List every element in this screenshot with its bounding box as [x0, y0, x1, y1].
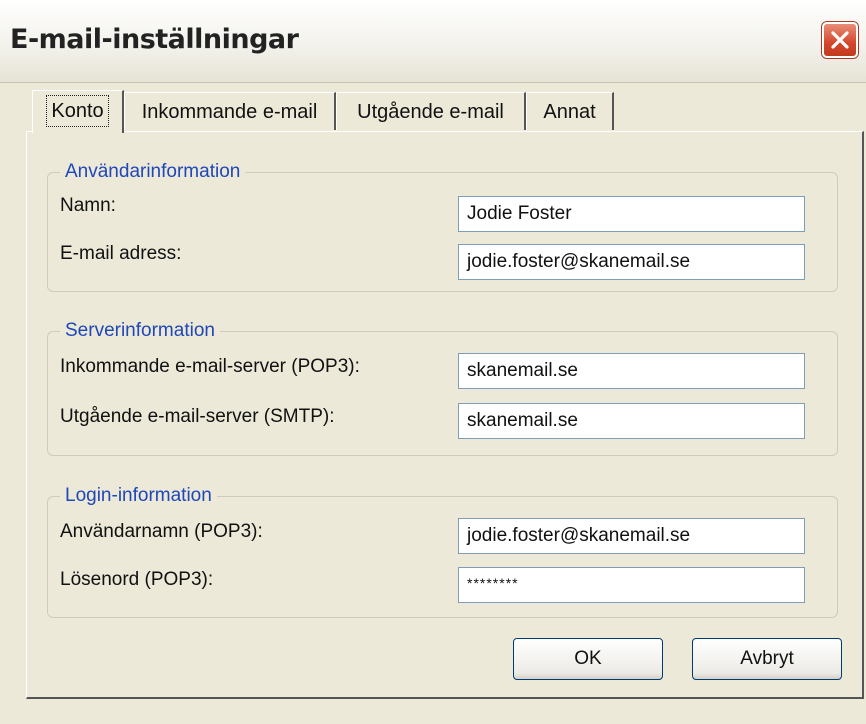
tab-annat[interactable]: Annat [526, 92, 614, 130]
email-field[interactable]: jodie.foster@skanemail.se [458, 244, 805, 280]
settings-dialog: E-mail-inställningar Konto Inkommande e-… [0, 0, 866, 724]
tab-panel-konto: Användarinformation Namn: Jodie Foster E… [26, 131, 864, 699]
username-label: Användarnamn (POP3): [60, 521, 263, 542]
name-field[interactable]: Jodie Foster [458, 196, 805, 232]
email-label: E-mail adress: [60, 243, 182, 264]
user-info-group: Användarinformation Namn: Jodie Foster E… [47, 161, 838, 292]
tab-konto[interactable]: Konto [32, 90, 124, 133]
name-label: Namn: [60, 195, 116, 216]
tab-utgaende-label: Utgående e-mail [357, 101, 504, 123]
ok-button[interactable]: OK [513, 638, 663, 680]
incoming-server-label: Inkommande e-mail-server (POP3): [60, 356, 360, 377]
password-field[interactable]: ******** [458, 567, 805, 603]
tab-konto-label: Konto [46, 95, 109, 127]
login-info-group: Login-information Användarnamn (POP3): j… [47, 485, 838, 618]
close-button[interactable] [822, 22, 858, 58]
window-title: E-mail-inställningar [10, 24, 299, 55]
incoming-server-field[interactable]: skanemail.se [458, 353, 805, 389]
password-label: Lösenord (POP3): [60, 569, 214, 590]
tab-utgaende-e-mail[interactable]: Utgående e-mail [336, 92, 526, 130]
tab-annat-label: Annat [543, 101, 596, 123]
outgoing-server-label: Utgående e-mail-server (SMTP): [60, 406, 335, 427]
server-info-title: Serverinformation [60, 320, 220, 342]
user-info-title: Användarinformation [60, 161, 246, 183]
close-icon [831, 31, 849, 49]
server-info-group: Serverinformation Inkommande e-mail-serv… [47, 320, 838, 456]
tab-inkommande-e-mail[interactable]: Inkommande e-mail [124, 92, 336, 130]
username-field[interactable]: jodie.foster@skanemail.se [458, 518, 805, 554]
login-info-title: Login-information [60, 485, 217, 507]
tab-inkommande-label: Inkommande e-mail [141, 101, 318, 123]
tab-control: Konto Inkommande e-mail Utgående e-mail … [0, 82, 866, 724]
outgoing-server-field[interactable]: skanemail.se [458, 403, 805, 439]
title-bar[interactable]: E-mail-inställningar [0, 0, 866, 83]
cancel-button[interactable]: Avbryt [692, 638, 842, 680]
